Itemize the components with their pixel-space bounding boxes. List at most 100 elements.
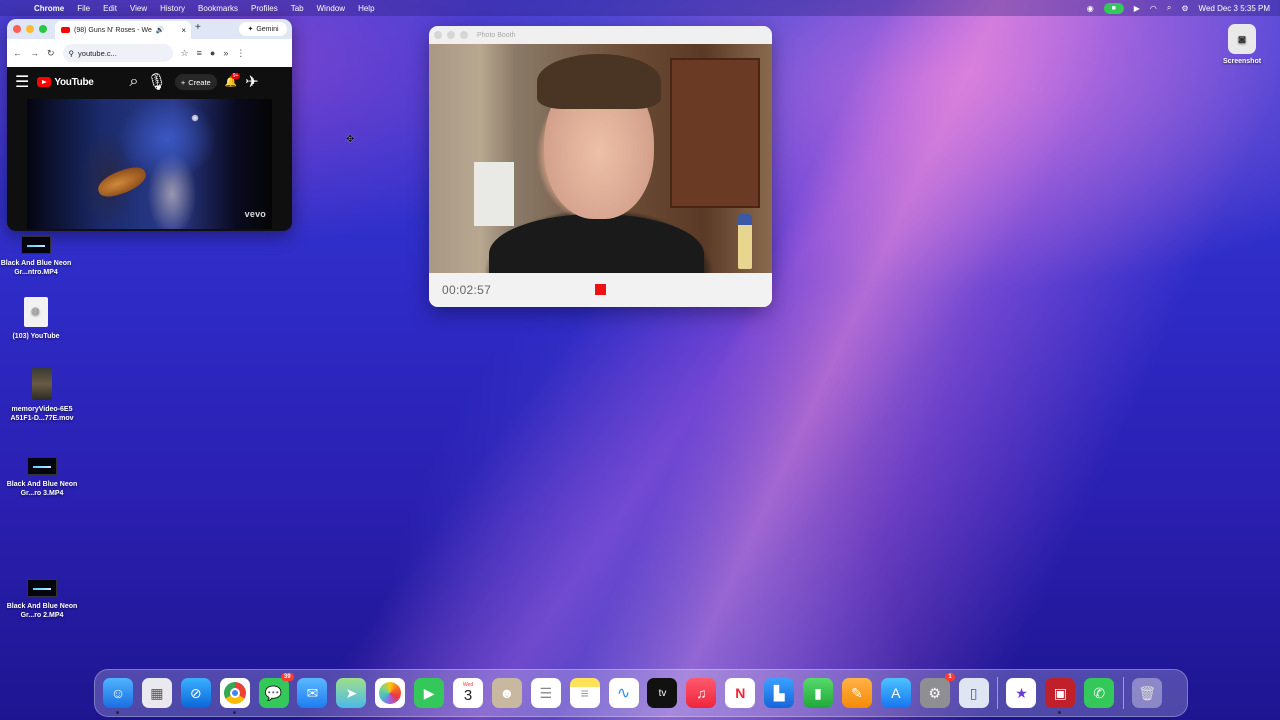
notifications-bell-icon[interactable]: 🔔 9+ xyxy=(225,72,241,88)
dock-launchpad-icon[interactable]: ▦ xyxy=(141,678,172,708)
account-avatar[interactable]: ✈ xyxy=(245,72,258,92)
dock-messages-icon[interactable]: 💬 39 xyxy=(258,673,294,708)
dock-phone-icon[interactable]: ✆ xyxy=(1084,678,1115,708)
menu-window[interactable]: Window xyxy=(311,4,352,13)
dock-imovie-icon[interactable]: ★ xyxy=(1006,678,1037,708)
pb-minimize-button[interactable] xyxy=(447,31,455,39)
dock-facetime-icon[interactable]: ▶ xyxy=(414,678,445,708)
bookmark-star-icon[interactable]: ☆ xyxy=(181,48,189,59)
desktop-file-youtube[interactable]: (103) YouTube xyxy=(0,297,76,342)
dock-photo-booth-icon[interactable]: ▣ xyxy=(1045,678,1076,714)
desktop-file-memory-video[interactable]: memoryVideo-6E5 A51F1-D...77E.mov xyxy=(2,368,82,424)
create-label: Create xyxy=(188,77,211,87)
dock-trash-icon[interactable]: 🗑 xyxy=(1132,678,1163,708)
youtube-logo[interactable]: YouTube xyxy=(37,77,94,88)
photo-booth-controls: 00:02:57 xyxy=(429,273,772,307)
wifi-icon[interactable]: ◠ xyxy=(1150,4,1157,13)
dock-freeform-icon[interactable]: ∿ xyxy=(608,678,639,708)
zoom-window-button[interactable] xyxy=(39,25,47,33)
dock-finder-icon[interactable]: ☺ xyxy=(103,678,133,714)
dock-separator xyxy=(1123,677,1125,709)
microphone-icon[interactable]: 🎙 xyxy=(147,72,167,92)
dock-news-icon[interactable]: N xyxy=(725,678,756,708)
video-thumbnail-icon xyxy=(21,236,51,254)
menu-bar: Chrome File Edit View History Bookmarks … xyxy=(0,0,1280,16)
new-tab-button[interactable]: + xyxy=(195,22,201,33)
create-button[interactable]: + Create xyxy=(174,74,217,90)
menu-help[interactable]: Help xyxy=(352,4,381,13)
hamburger-menu-icon[interactable]: ☰ xyxy=(15,72,29,92)
yt-search-icon[interactable]: ⌕ xyxy=(130,73,139,91)
url-text: youtube.c... xyxy=(78,48,117,58)
reload-icon[interactable]: ↻ xyxy=(47,48,55,59)
back-icon[interactable]: ← xyxy=(13,48,22,58)
messages-badge: 39 xyxy=(280,673,294,681)
menu-bookmarks[interactable]: Bookmarks xyxy=(192,4,245,13)
menu-view[interactable]: View xyxy=(124,4,154,13)
menu-history[interactable]: History xyxy=(154,4,192,13)
menu-edit[interactable]: Edit xyxy=(97,4,124,13)
dock-music-icon[interactable]: ♫ xyxy=(686,678,717,708)
person-shirt xyxy=(489,214,704,273)
chrome-window: (98) Guns N' Roses - We 🔊 × + ✦ Gemini ←… xyxy=(7,19,292,231)
media-controls-icon[interactable]: ≡ xyxy=(197,48,202,58)
stop-recording-button[interactable] xyxy=(595,284,606,295)
gemini-label: Gemini xyxy=(256,25,279,33)
desktop-file-label: memoryVideo-6E5 A51F1-D...77E.mov xyxy=(10,406,74,422)
dock-contacts-icon[interactable]: ☻ xyxy=(491,678,522,708)
desktop-screenshot-app[interactable]: ◙ Screenshot xyxy=(1219,24,1265,65)
gemini-button[interactable]: ✦ Gemini xyxy=(239,22,287,36)
forward-icon[interactable]: → xyxy=(30,48,39,58)
chrome-menu-icon[interactable]: ⋮ xyxy=(236,48,245,59)
dock-photos-icon[interactable] xyxy=(375,678,406,708)
play-icon[interactable]: ▶ xyxy=(1134,4,1140,13)
video-thumbnail-icon xyxy=(27,457,57,475)
speaker-icon[interactable]: 🔊 xyxy=(156,26,165,34)
dock-maps-icon[interactable]: ➤ xyxy=(336,678,367,708)
site-info-icon[interactable]: ⚲ xyxy=(69,49,75,58)
dock-tv-icon[interactable]: tv xyxy=(647,678,678,708)
dock-chrome-icon[interactable] xyxy=(219,678,250,714)
dock-calendar-icon[interactable]: Wed 3 xyxy=(453,678,484,708)
menu-profiles[interactable]: Profiles xyxy=(245,4,285,13)
dock: ☺ ▦ ⊘ 💬 39 ✉ ➤ ▶ Wed 3 ☻ ☰ ≡ ∿ tv ♫ N ▙ ▮ … xyxy=(94,669,1188,717)
desktop-file-label: Black And Blue Neon Gr...ro 3.MP4 xyxy=(6,481,78,497)
pb-zoom-button[interactable] xyxy=(460,31,468,39)
dock-numbers-icon[interactable]: ▮ xyxy=(803,678,834,708)
youtube-header: ☰ YouTube ⌕ 🎙 + Create 🔔 9+ ✈ xyxy=(7,67,292,97)
background-bottle xyxy=(738,214,752,269)
menu-tab[interactable]: Tab xyxy=(285,4,311,13)
dock-keynote-icon[interactable]: ▙ xyxy=(764,678,795,708)
desktop-file-neon-2[interactable]: Black And Blue Neon Gr...ro 2.MP4 xyxy=(2,579,82,621)
dock-app-store-icon[interactable]: A xyxy=(880,678,911,708)
camera-in-use-icon[interactable]: ■ xyxy=(1103,2,1124,14)
desktop-file-neon-3[interactable]: Black And Blue Neon Gr...ro 3.MP4 xyxy=(2,457,82,499)
video-player[interactable]: vevo xyxy=(27,99,272,229)
dock-mail-icon[interactable]: ✉ xyxy=(297,678,328,708)
dock-iphone-mirroring-icon[interactable]: ▯ xyxy=(958,678,989,708)
more-extensions-icon[interactable]: » xyxy=(223,48,228,58)
extension-icon[interactable]: ● xyxy=(210,48,215,58)
dock-notes-icon[interactable]: ≡ xyxy=(569,678,600,708)
pb-close-button[interactable] xyxy=(434,31,442,39)
menu-app-name[interactable]: Chrome xyxy=(28,4,71,13)
control-center-icon[interactable]: ⚙ xyxy=(1181,4,1188,13)
desktop-file-neon-intro[interactable]: Black And Blue Neon Gr...ntro.MP4 xyxy=(0,236,76,278)
notification-badge: 9+ xyxy=(230,72,241,79)
dock-safari-icon[interactable]: ⊘ xyxy=(180,678,211,708)
menubar-clock[interactable]: Wed Dec 3 5:35 PM xyxy=(1199,4,1270,13)
camera-preview xyxy=(429,44,772,273)
menu-file[interactable]: File xyxy=(71,4,97,13)
minimize-window-button[interactable] xyxy=(26,25,34,33)
record-indicator-icon[interactable]: ◉ xyxy=(1087,4,1094,13)
close-window-button[interactable] xyxy=(13,25,21,33)
address-bar[interactable]: ⚲ youtube.c... xyxy=(62,44,173,62)
dock-reminders-icon[interactable]: ☰ xyxy=(530,678,561,708)
tab-close-icon[interactable]: × xyxy=(181,26,186,35)
calendar-day: 3 xyxy=(463,687,473,704)
dock-settings-icon[interactable]: ⚙ 1 xyxy=(919,673,955,708)
tab-youtube[interactable]: (98) Guns N' Roses - We 🔊 × xyxy=(55,21,191,39)
dock-pages-icon[interactable]: ✎ xyxy=(841,678,872,708)
youtube-play-icon xyxy=(37,77,52,87)
search-icon[interactable]: ⌕ xyxy=(1167,3,1171,13)
